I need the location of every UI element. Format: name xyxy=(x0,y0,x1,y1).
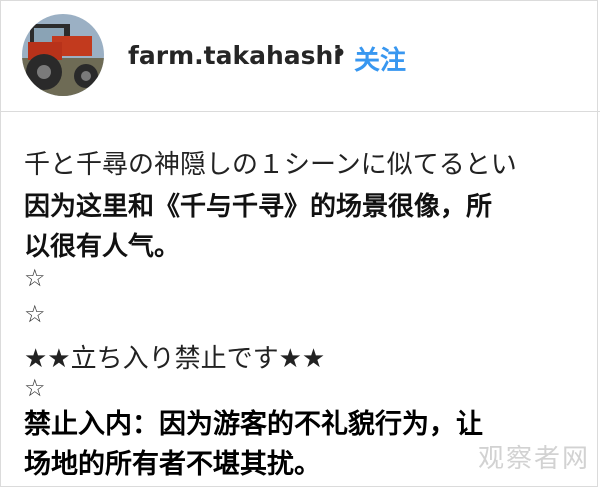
caption-star-2: ☆ xyxy=(24,300,46,328)
separator-dot: • xyxy=(332,39,348,69)
caption-star-1: ☆ xyxy=(24,264,46,292)
avatar[interactable] xyxy=(22,14,104,96)
caption-line-jp-2: ★★立ち入り禁止です★★ xyxy=(24,344,326,374)
caption-star-3: ☆ xyxy=(24,374,46,402)
caption-line-cn-1: 因为这里和《千与千寻》的场景很像，所 xyxy=(24,192,493,222)
username-link[interactable]: farm.takahashi xyxy=(128,41,342,70)
caption-line-cn-2: 以很有人气。 xyxy=(24,232,181,262)
site-watermark: 观察者网 xyxy=(477,444,590,474)
post-header: farm.takahashi • 关注 xyxy=(0,0,600,112)
caption-line-cn-3: 禁止入内：因为游客的不礼貌行为，让 xyxy=(24,409,483,440)
caption-line-jp-1: 千と千尋の神隠しの１シーンに似てるとい xyxy=(24,150,517,180)
tractor-icon xyxy=(22,14,104,96)
follow-button[interactable]: 关注 xyxy=(354,40,406,77)
caption-line-cn-4: 场地的所有者不堪其扰。 xyxy=(24,449,321,480)
